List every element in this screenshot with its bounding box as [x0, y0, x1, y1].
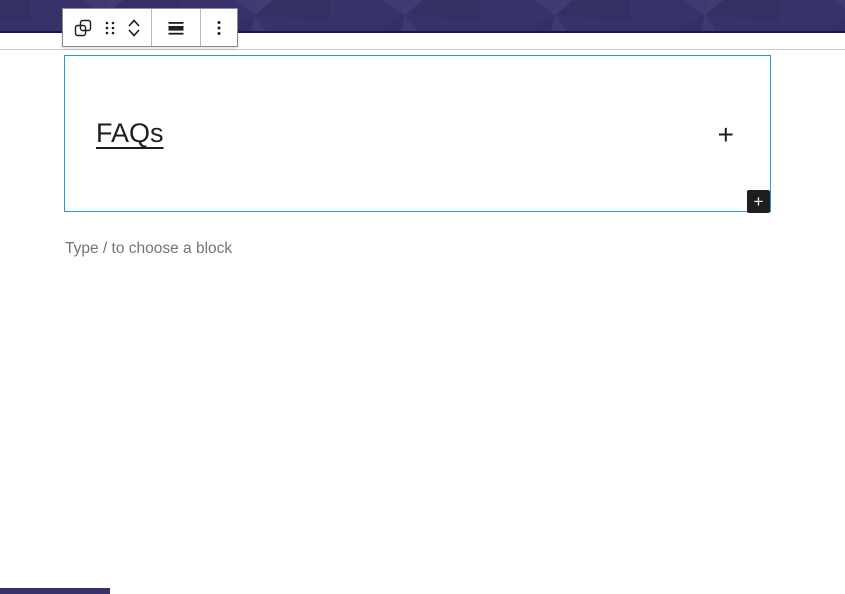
- options-menu-button[interactable]: [206, 9, 232, 46]
- block-toolbar: [62, 8, 238, 47]
- toolbar-group-justification: [152, 9, 200, 46]
- faq-block-title[interactable]: FAQs: [96, 116, 164, 150]
- move-down-button[interactable]: [122, 28, 146, 38]
- chevron-up-icon: [128, 18, 140, 27]
- chevron-down-icon: [128, 28, 140, 37]
- justify-lines-icon: [168, 21, 184, 35]
- overlapping-squares-icon: [74, 19, 92, 36]
- toolbar-group-options: [201, 9, 237, 46]
- faq-accordion-block[interactable]: FAQs +: [64, 55, 771, 212]
- drag-handle[interactable]: [98, 9, 122, 46]
- empty-paragraph-placeholder[interactable]: Type / to choose a block: [65, 239, 232, 259]
- add-block-button[interactable]: +: [747, 190, 770, 213]
- justification-button[interactable]: [157, 9, 195, 46]
- block-mover: [122, 18, 146, 38]
- drag-dots-icon: [105, 21, 115, 34]
- kebab-vertical-icon: [217, 20, 221, 35]
- block-type-button[interactable]: [68, 9, 98, 46]
- toolbar-group-primary: [63, 9, 151, 46]
- canvas-top-divider: [0, 49, 845, 50]
- move-up-button[interactable]: [122, 18, 146, 28]
- bottom-status-bar: [0, 588, 110, 594]
- accordion-expand-plus-icon[interactable]: +: [718, 120, 734, 150]
